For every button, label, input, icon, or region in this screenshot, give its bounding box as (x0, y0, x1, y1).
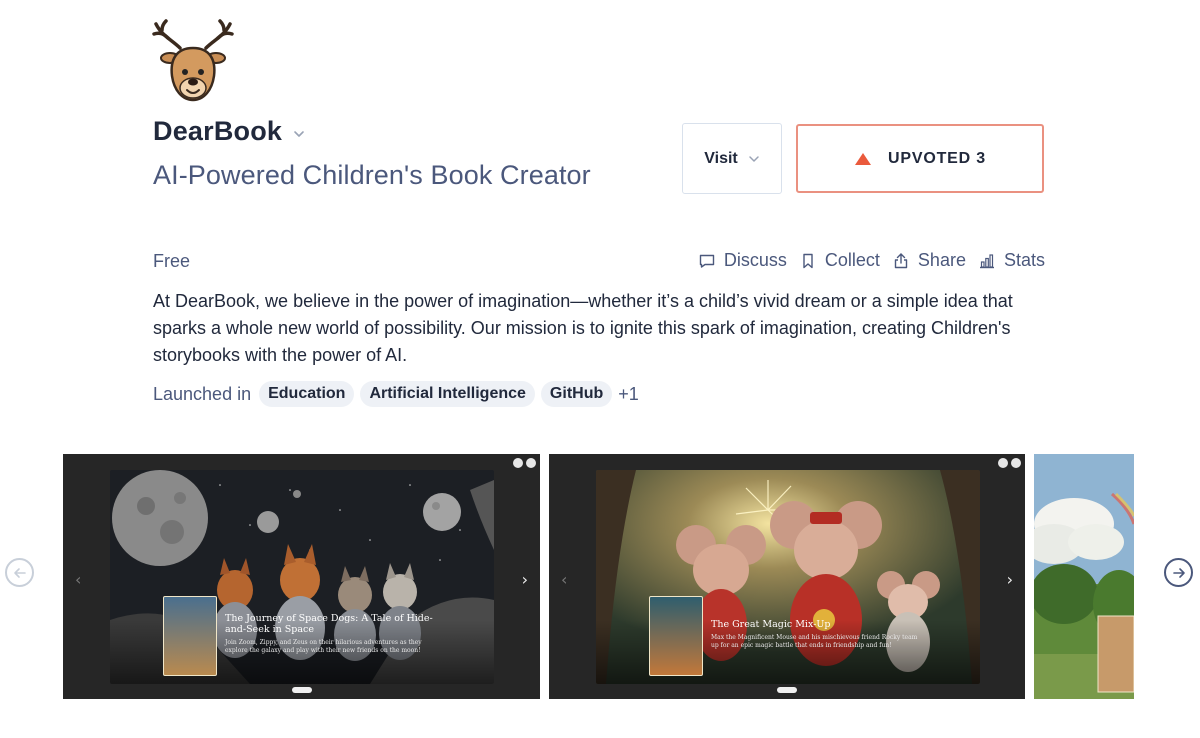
upvote-triangle-icon (855, 152, 872, 165)
upvote-button[interactable]: UPVOTED 3 (796, 124, 1044, 193)
window-controls (513, 458, 536, 468)
slide-title: The Journey of Space Dogs: A Tale of Hid… (225, 613, 433, 635)
bar-chart-icon (979, 253, 994, 268)
window-controls (998, 458, 1021, 468)
slide-image-space-dogs: The Journey of Space Dogs: A Tale of Hid… (110, 470, 494, 684)
collect-label: Collect (824, 250, 880, 270)
slide-next-icon[interactable]: › (1007, 570, 1013, 589)
gallery-slide[interactable]: The Journey of Space Dogs: A Tale of Hid… (63, 454, 540, 699)
book-cover-thumbnail (649, 596, 703, 676)
product-name: DearBook (153, 116, 283, 146)
launched-in-row: Launched in Education Artificial Intelli… (153, 381, 639, 407)
slide-pager (291, 687, 312, 693)
bookmark-icon (803, 253, 813, 268)
tag-education[interactable]: Education (259, 381, 355, 407)
upvote-button-label: UPVOTED 3 (888, 149, 986, 167)
window-dot-icon (1011, 458, 1021, 468)
slide-pager (777, 687, 797, 693)
window-dot-icon (998, 458, 1008, 468)
slide-subtitle: Max the Magnificent Mouse and his mischi… (711, 634, 918, 649)
comment-icon (699, 254, 715, 268)
slide-next-icon[interactable]: › (522, 570, 528, 589)
discuss-label: Discuss (723, 250, 787, 270)
media-gallery: The Journey of Space Dogs: A Tale of Hid… (0, 454, 1200, 699)
window-dot-icon (513, 458, 523, 468)
launched-in-label: Launched in (153, 383, 252, 404)
slide-caption: The Journey of Space Dogs: A Tale of Hid… (225, 613, 440, 655)
tag-github[interactable]: GitHub (540, 381, 613, 407)
slide-prev-icon[interactable]: ‹ (561, 570, 567, 589)
stats-button[interactable]: Stats (978, 250, 1045, 271)
book-cover-thumbnail (163, 596, 217, 676)
collect-button[interactable]: Collect (799, 250, 880, 271)
share-label: Share (917, 250, 966, 270)
tag-artificial-intelligence[interactable]: Artificial Intelligence (360, 381, 535, 407)
visit-button-label: Visit (704, 149, 738, 167)
pricing-label: Free (153, 251, 191, 271)
slide-image-magic-mice: The Great Magic Mix-Up Max the Magnifice… (596, 470, 980, 684)
arrow-right-icon (1172, 567, 1185, 578)
visit-button[interactable]: Visit (682, 123, 782, 194)
slide-subtitle: Join Zoom, Zippy, and Zeus on their hila… (225, 639, 422, 654)
discuss-button[interactable]: Discuss (698, 250, 787, 271)
gallery-next-button[interactable] (1164, 558, 1193, 587)
share-icon (894, 252, 908, 268)
window-dot-icon (526, 458, 536, 468)
action-bar: Discuss Collect Share Stats (698, 250, 1045, 271)
product-description: At DearBook, we believe in the power of … (153, 291, 1013, 365)
gallery-prev-button[interactable] (5, 558, 34, 587)
slide-prev-icon[interactable]: ‹ (75, 570, 81, 589)
product-title-row[interactable]: DearBook (153, 116, 306, 147)
chevron-down-icon (294, 130, 304, 137)
arrow-left-icon (13, 567, 26, 578)
more-tags-link[interactable]: +1 (618, 384, 639, 405)
slide-caption: The Great Magic Mix-Up Max the Magnifice… (711, 619, 926, 650)
share-button[interactable]: Share (892, 250, 966, 271)
product-tagline: AI-Powered Children's Book Creator (153, 160, 591, 190)
chevron-down-icon (749, 155, 759, 162)
gallery-slide[interactable] (1034, 454, 1134, 699)
product-logo (150, 18, 236, 104)
stats-label: Stats (1003, 250, 1045, 270)
slide-title: The Great Magic Mix-Up (711, 619, 831, 630)
slide-image-landscape (1034, 454, 1134, 699)
gallery-slide[interactable]: The Great Magic Mix-Up Max the Magnifice… (549, 454, 1025, 699)
